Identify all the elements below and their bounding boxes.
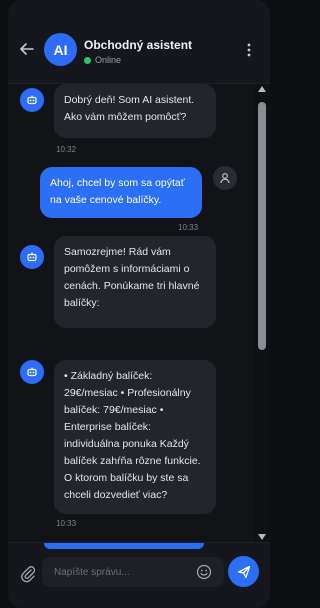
send-icon	[237, 565, 250, 578]
status-label: Online	[95, 55, 122, 65]
message-bubble-bot: Samozrejme! Rád vám pomôžem s informácia…	[54, 236, 216, 328]
user-icon	[213, 166, 237, 190]
message-text: • Základný balíček: 29€/mesiac • Profesi…	[64, 370, 201, 501]
smiley-icon[interactable]	[196, 564, 212, 580]
message-text: Dobrý deň! Som AI asistent. Ako vám môže…	[64, 94, 195, 123]
robot-icon	[20, 88, 44, 112]
online-status: Online	[84, 55, 121, 65]
send-button[interactable]	[228, 556, 259, 587]
message-time: 10:32	[56, 145, 77, 154]
assistant-avatar: AI	[44, 33, 77, 66]
message-bubble-user: Ahoj, chcel by som sa opýtať na vaše cen…	[40, 167, 202, 218]
more-vertical-icon[interactable]	[246, 42, 252, 58]
message-text: Ahoj, chcel by som sa opýtať na vaše cen…	[50, 177, 185, 206]
arrow-left-icon[interactable]	[20, 42, 34, 56]
message-bubble-user-partial	[44, 543, 204, 549]
chat-title: Obchodný asistent	[84, 38, 193, 52]
message-text: Samozrejme! Rád vám pomôžem s informácia…	[64, 246, 200, 309]
message-bubble-bot: • Základný balíček: 29€/mesiac • Profesi…	[54, 360, 216, 514]
chat-header: AI Obchodný asistent Online	[8, 0, 270, 84]
online-dot-icon	[84, 56, 91, 64]
message-composer	[8, 542, 270, 608]
robot-icon	[20, 360, 44, 384]
paperclip-icon[interactable]	[20, 565, 36, 583]
message-bubble-bot: Dobrý deň! Som AI asistent. Ako vám môže…	[54, 84, 216, 138]
robot-icon	[20, 245, 44, 269]
message-list: Dobrý deň! Som AI asistent. Ako vám môže…	[8, 84, 254, 542]
message-time: 10:33	[56, 519, 77, 528]
message-time: 10:33	[178, 223, 199, 232]
scroll-down-icon[interactable]	[258, 534, 266, 540]
scrollbar-thumb[interactable]	[258, 102, 266, 350]
chat-window: AI Obchodný asistent Online Dobrý deň! S…	[8, 0, 270, 608]
scroll-up-icon[interactable]	[258, 86, 266, 92]
